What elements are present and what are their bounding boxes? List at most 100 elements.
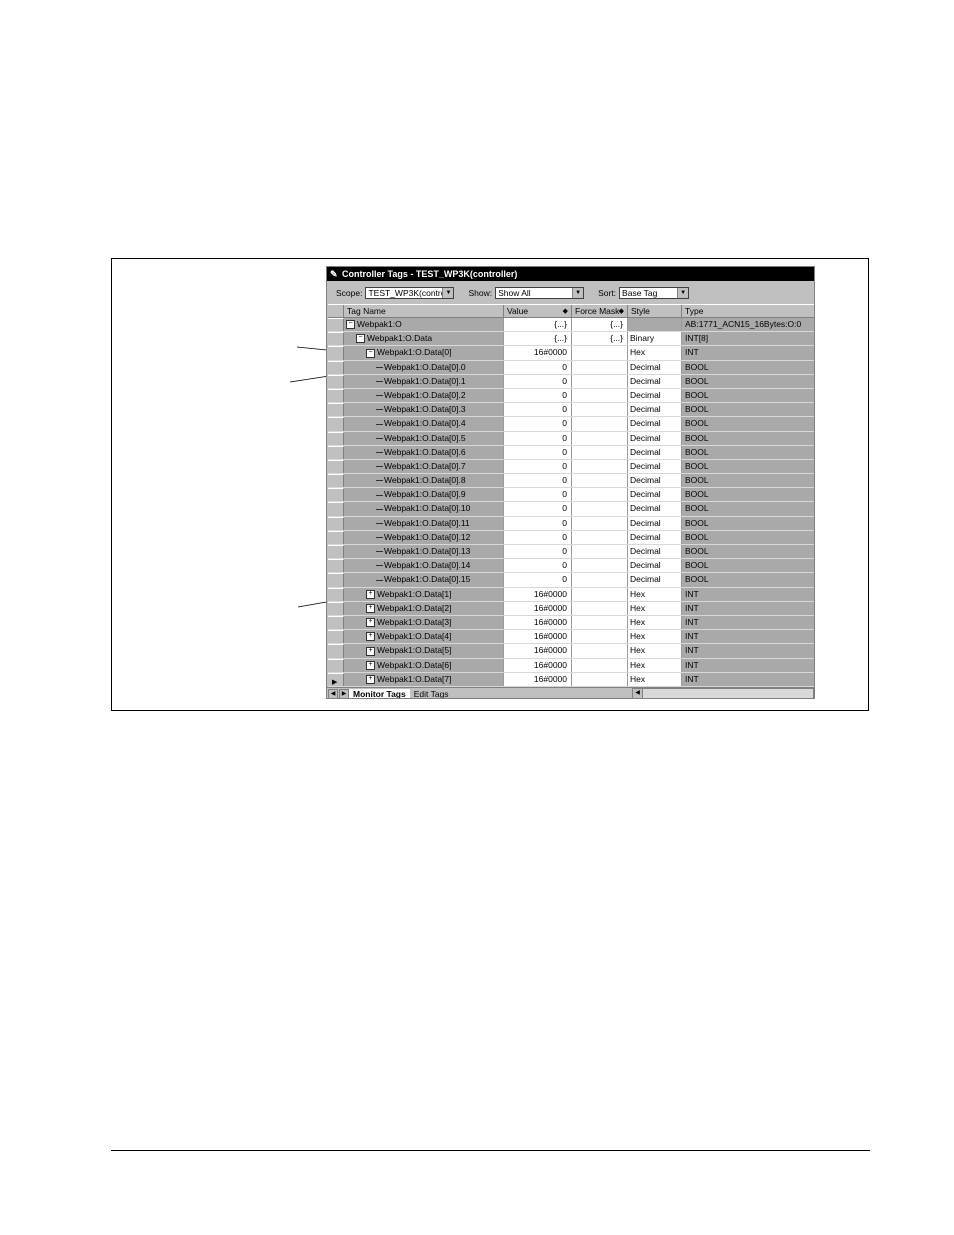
collapse-icon[interactable]: −: [366, 348, 375, 358]
style-cell[interactable]: Hex: [628, 672, 682, 686]
style-cell[interactable]: Decimal: [628, 374, 682, 388]
style-cell[interactable]: Hex: [628, 644, 682, 658]
tag-name-cell[interactable]: Webpak1:O.Data[0].11: [344, 516, 504, 530]
force-mask-cell[interactable]: {...}: [572, 318, 628, 332]
tag-name-cell[interactable]: Webpak1:O.Data[0].2: [344, 388, 504, 403]
row-selector[interactable]: ▶: [328, 672, 344, 686]
table-row[interactable]: − Webpak1:O {...} {...} AB:1771_ACN15_16Byte…: [328, 318, 814, 333]
force-mask-cell[interactable]: {...}: [572, 332, 628, 346]
table-row[interactable]: Webpak1:O.Data[0].0 0 Decimal BOOL: [328, 360, 814, 375]
value-cell[interactable]: 0: [504, 530, 572, 544]
value-cell[interactable]: 0: [504, 488, 572, 502]
tag-name-cell[interactable]: Webpak1:O.Data[0].9: [344, 488, 504, 502]
force-mask-cell[interactable]: [572, 431, 628, 445]
value-cell[interactable]: 0: [504, 516, 572, 530]
row-selector[interactable]: [328, 530, 344, 544]
style-cell[interactable]: Decimal: [628, 474, 682, 488]
tag-name-cell[interactable]: + Webpak1:O.Data[7]: [344, 672, 504, 686]
expand-icon[interactable]: +: [366, 618, 375, 628]
style-cell[interactable]: Decimal: [628, 573, 682, 587]
tag-name-cell[interactable]: + Webpak1:O.Data[2]: [344, 601, 504, 615]
tag-name-cell[interactable]: Webpak1:O.Data[0].10: [344, 502, 504, 516]
row-selector[interactable]: [328, 445, 344, 459]
expand-icon[interactable]: +: [366, 646, 375, 656]
table-row[interactable]: ▶ + Webpak1:O.Data[7] 16#0000 Hex INT: [328, 672, 814, 687]
force-mask-cell[interactable]: [572, 459, 628, 474]
style-cell[interactable]: Decimal: [628, 403, 682, 417]
tag-name-cell[interactable]: Webpak1:O.Data[0].15: [344, 573, 504, 587]
row-selector[interactable]: [328, 388, 344, 403]
tag-name-cell[interactable]: + Webpak1:O.Data[4]: [344, 630, 504, 644]
row-selector[interactable]: [328, 346, 344, 360]
table-row[interactable]: + Webpak1:O.Data[6] 16#0000 Hex INT: [328, 658, 814, 673]
value-cell[interactable]: 0: [504, 431, 572, 445]
style-cell[interactable]: Decimal: [628, 545, 682, 559]
horizontal-scrollbar[interactable]: ◀: [632, 688, 814, 698]
style-cell[interactable]: Decimal: [628, 502, 682, 516]
tag-name-cell[interactable]: Webpak1:O.Data[0].5: [344, 431, 504, 445]
table-row[interactable]: Webpak1:O.Data[0].2 0 Decimal BOOL: [328, 388, 814, 404]
style-cell[interactable]: Decimal: [628, 445, 682, 459]
force-mask-cell[interactable]: [572, 530, 628, 544]
header-type[interactable]: Type: [682, 305, 814, 317]
value-cell[interactable]: 16#0000: [504, 630, 572, 644]
force-mask-cell[interactable]: [572, 516, 628, 530]
force-mask-cell[interactable]: [572, 559, 628, 573]
row-selector[interactable]: [328, 360, 344, 374]
table-row[interactable]: + Webpak1:O.Data[3] 16#0000 Hex INT: [328, 615, 814, 631]
row-selector[interactable]: [328, 587, 344, 601]
row-selector[interactable]: [328, 573, 344, 587]
tab-edit-tags[interactable]: Edit Tags: [410, 689, 453, 699]
header-force-mask[interactable]: Force Mask ◆: [572, 305, 628, 317]
tag-name-cell[interactable]: + Webpak1:O.Data[5]: [344, 644, 504, 658]
tag-name-cell[interactable]: Webpak1:O.Data[0].3: [344, 403, 504, 417]
force-mask-cell[interactable]: [572, 573, 628, 587]
sort-select[interactable]: Base Tag ▼: [619, 287, 690, 299]
table-row[interactable]: Webpak1:O.Data[0].4 0 Decimal BOOL: [328, 417, 814, 432]
force-mask-cell[interactable]: [572, 417, 628, 431]
row-selector[interactable]: [328, 545, 344, 559]
row-selector[interactable]: [328, 630, 344, 644]
tag-name-cell[interactable]: Webpak1:O.Data[0].14: [344, 559, 504, 573]
expand-icon[interactable]: +: [366, 674, 375, 684]
force-mask-cell[interactable]: [572, 360, 628, 374]
row-selector[interactable]: [328, 559, 344, 573]
value-cell[interactable]: 16#0000: [504, 672, 572, 686]
tag-name-cell[interactable]: Webpak1:O.Data[0].13: [344, 545, 504, 559]
style-cell[interactable]: Decimal: [628, 559, 682, 573]
tag-name-cell[interactable]: Webpak1:O.Data[0].8: [344, 474, 504, 488]
expand-icon[interactable]: +: [366, 660, 375, 670]
value-cell[interactable]: 16#0000: [504, 346, 572, 360]
table-row[interactable]: Webpak1:O.Data[0].15 0 Decimal BOOL: [328, 573, 814, 588]
row-selector[interactable]: [328, 516, 344, 530]
style-cell[interactable]: Decimal: [628, 360, 682, 374]
row-selector[interactable]: [328, 417, 344, 431]
table-row[interactable]: Webpak1:O.Data[0].13 0 Decimal BOOL: [328, 545, 814, 560]
row-selector[interactable]: [328, 474, 344, 488]
tag-name-cell[interactable]: Webpak1:O.Data[0].12: [344, 530, 504, 544]
tag-name-cell[interactable]: Webpak1:O.Data[0].6: [344, 445, 504, 459]
table-row[interactable]: Webpak1:O.Data[0].6 0 Decimal BOOL: [328, 445, 814, 460]
force-mask-cell[interactable]: [572, 672, 628, 686]
force-mask-cell[interactable]: [572, 346, 628, 360]
expand-icon[interactable]: +: [366, 604, 375, 613]
row-selector[interactable]: [328, 431, 344, 445]
force-mask-cell[interactable]: [572, 445, 628, 459]
chevron-down-icon[interactable]: ▼: [677, 288, 689, 298]
force-mask-cell[interactable]: [572, 374, 628, 388]
row-selector[interactable]: [328, 332, 344, 346]
row-selector[interactable]: [328, 615, 344, 630]
tab-scroll-left-icon[interactable]: ◀: [328, 688, 338, 698]
value-cell[interactable]: {...}: [504, 332, 572, 346]
style-cell[interactable]: Hex: [628, 601, 682, 615]
value-cell[interactable]: 0: [504, 459, 572, 474]
style-cell[interactable]: Hex: [628, 587, 682, 601]
table-row[interactable]: Webpak1:O.Data[0].14 0 Decimal BOOL: [328, 559, 814, 574]
row-selector[interactable]: [328, 601, 344, 615]
style-cell[interactable]: Hex: [628, 630, 682, 644]
tag-name-cell[interactable]: Webpak1:O.Data[0].0: [344, 360, 504, 374]
style-cell[interactable]: Binary: [628, 332, 682, 346]
tag-name-cell[interactable]: + Webpak1:O.Data[6]: [344, 658, 504, 672]
table-row[interactable]: Webpak1:O.Data[0].3 0 Decimal BOOL: [328, 403, 814, 418]
collapse-icon[interactable]: −: [356, 334, 365, 344]
